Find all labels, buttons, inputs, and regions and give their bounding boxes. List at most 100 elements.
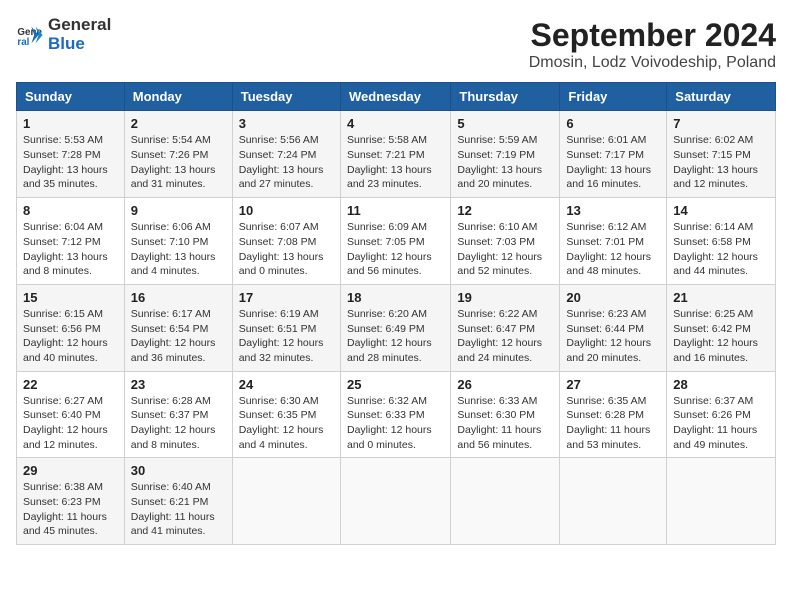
calendar-body: 1 Sunrise: 5:53 AMSunset: 7:28 PMDayligh… xyxy=(17,111,776,545)
day-number: 3 xyxy=(239,116,334,131)
day-info: Sunrise: 6:12 AMSunset: 7:01 PMDaylight:… xyxy=(566,220,660,279)
day-number: 26 xyxy=(457,377,553,392)
calendar-cell: 23 Sunrise: 6:28 AMSunset: 6:37 PMDaylig… xyxy=(124,371,232,458)
calendar-table: SundayMondayTuesdayWednesdayThursdayFrid… xyxy=(16,82,776,545)
calendar-cell xyxy=(667,458,776,545)
calendar-cell: 4 Sunrise: 5:58 AMSunset: 7:21 PMDayligh… xyxy=(340,111,450,198)
calendar-cell: 8 Sunrise: 6:04 AMSunset: 7:12 PMDayligh… xyxy=(17,198,125,285)
calendar-cell: 27 Sunrise: 6:35 AMSunset: 6:28 PMDaylig… xyxy=(560,371,667,458)
calendar-title-section: September 2024 Dmosin, Lodz Voivodeship,… xyxy=(529,16,776,72)
calendar-cell: 26 Sunrise: 6:33 AMSunset: 6:30 PMDaylig… xyxy=(451,371,560,458)
day-info: Sunrise: 6:27 AMSunset: 6:40 PMDaylight:… xyxy=(23,394,118,453)
day-number: 29 xyxy=(23,463,118,478)
day-number: 24 xyxy=(239,377,334,392)
day-info: Sunrise: 6:20 AMSunset: 6:49 PMDaylight:… xyxy=(347,307,444,366)
calendar-cell: 11 Sunrise: 6:09 AMSunset: 7:05 PMDaylig… xyxy=(340,198,450,285)
calendar-week-1: 1 Sunrise: 5:53 AMSunset: 7:28 PMDayligh… xyxy=(17,111,776,198)
day-info: Sunrise: 6:37 AMSunset: 6:26 PMDaylight:… xyxy=(673,394,769,453)
logo-text-line2: Blue xyxy=(48,35,111,54)
day-number: 10 xyxy=(239,203,334,218)
day-info: Sunrise: 6:22 AMSunset: 6:47 PMDaylight:… xyxy=(457,307,553,366)
day-info: Sunrise: 6:33 AMSunset: 6:30 PMDaylight:… xyxy=(457,394,553,453)
weekday-header-sunday: Sunday xyxy=(17,83,125,111)
calendar-cell: 28 Sunrise: 6:37 AMSunset: 6:26 PMDaylig… xyxy=(667,371,776,458)
day-info: Sunrise: 6:25 AMSunset: 6:42 PMDaylight:… xyxy=(673,307,769,366)
calendar-week-2: 8 Sunrise: 6:04 AMSunset: 7:12 PMDayligh… xyxy=(17,198,776,285)
calendar-cell: 20 Sunrise: 6:23 AMSunset: 6:44 PMDaylig… xyxy=(560,284,667,371)
day-info: Sunrise: 6:23 AMSunset: 6:44 PMDaylight:… xyxy=(566,307,660,366)
day-number: 11 xyxy=(347,203,444,218)
calendar-cell: 2 Sunrise: 5:54 AMSunset: 7:26 PMDayligh… xyxy=(124,111,232,198)
day-number: 8 xyxy=(23,203,118,218)
calendar-cell: 25 Sunrise: 6:32 AMSunset: 6:33 PMDaylig… xyxy=(340,371,450,458)
logo-icon: Gene ral xyxy=(16,21,44,49)
day-number: 12 xyxy=(457,203,553,218)
day-number: 6 xyxy=(566,116,660,131)
day-info: Sunrise: 5:54 AMSunset: 7:26 PMDaylight:… xyxy=(131,133,226,192)
weekday-header-thursday: Thursday xyxy=(451,83,560,111)
weekday-header-row: SundayMondayTuesdayWednesdayThursdayFrid… xyxy=(17,83,776,111)
weekday-header-monday: Monday xyxy=(124,83,232,111)
calendar-cell xyxy=(340,458,450,545)
calendar-cell: 17 Sunrise: 6:19 AMSunset: 6:51 PMDaylig… xyxy=(232,284,340,371)
day-info: Sunrise: 6:19 AMSunset: 6:51 PMDaylight:… xyxy=(239,307,334,366)
day-number: 16 xyxy=(131,290,226,305)
calendar-cell: 22 Sunrise: 6:27 AMSunset: 6:40 PMDaylig… xyxy=(17,371,125,458)
calendar-cell: 24 Sunrise: 6:30 AMSunset: 6:35 PMDaylig… xyxy=(232,371,340,458)
calendar-cell: 5 Sunrise: 5:59 AMSunset: 7:19 PMDayligh… xyxy=(451,111,560,198)
day-info: Sunrise: 6:15 AMSunset: 6:56 PMDaylight:… xyxy=(23,307,118,366)
day-info: Sunrise: 6:02 AMSunset: 7:15 PMDaylight:… xyxy=(673,133,769,192)
day-number: 1 xyxy=(23,116,118,131)
calendar-cell: 10 Sunrise: 6:07 AMSunset: 7:08 PMDaylig… xyxy=(232,198,340,285)
day-info: Sunrise: 6:09 AMSunset: 7:05 PMDaylight:… xyxy=(347,220,444,279)
day-number: 23 xyxy=(131,377,226,392)
calendar-week-3: 15 Sunrise: 6:15 AMSunset: 6:56 PMDaylig… xyxy=(17,284,776,371)
day-info: Sunrise: 5:53 AMSunset: 7:28 PMDaylight:… xyxy=(23,133,118,192)
weekday-header-friday: Friday xyxy=(560,83,667,111)
page-header: Gene ral General Blue September 2024 Dmo… xyxy=(16,16,776,72)
calendar-cell: 16 Sunrise: 6:17 AMSunset: 6:54 PMDaylig… xyxy=(124,284,232,371)
logo: Gene ral General Blue xyxy=(16,16,111,53)
day-number: 25 xyxy=(347,377,444,392)
day-info: Sunrise: 6:17 AMSunset: 6:54 PMDaylight:… xyxy=(131,307,226,366)
calendar-title: September 2024 xyxy=(529,16,776,54)
day-info: Sunrise: 6:06 AMSunset: 7:10 PMDaylight:… xyxy=(131,220,226,279)
day-number: 13 xyxy=(566,203,660,218)
day-info: Sunrise: 5:58 AMSunset: 7:21 PMDaylight:… xyxy=(347,133,444,192)
day-number: 17 xyxy=(239,290,334,305)
day-info: Sunrise: 6:38 AMSunset: 6:23 PMDaylight:… xyxy=(23,480,118,539)
calendar-cell: 3 Sunrise: 5:56 AMSunset: 7:24 PMDayligh… xyxy=(232,111,340,198)
day-number: 18 xyxy=(347,290,444,305)
day-info: Sunrise: 6:01 AMSunset: 7:17 PMDaylight:… xyxy=(566,133,660,192)
calendar-week-4: 22 Sunrise: 6:27 AMSunset: 6:40 PMDaylig… xyxy=(17,371,776,458)
calendar-cell: 9 Sunrise: 6:06 AMSunset: 7:10 PMDayligh… xyxy=(124,198,232,285)
day-info: Sunrise: 5:56 AMSunset: 7:24 PMDaylight:… xyxy=(239,133,334,192)
calendar-header: SundayMondayTuesdayWednesdayThursdayFrid… xyxy=(17,83,776,111)
day-number: 27 xyxy=(566,377,660,392)
weekday-header-wednesday: Wednesday xyxy=(340,83,450,111)
calendar-cell: 6 Sunrise: 6:01 AMSunset: 7:17 PMDayligh… xyxy=(560,111,667,198)
day-info: Sunrise: 6:32 AMSunset: 6:33 PMDaylight:… xyxy=(347,394,444,453)
day-number: 9 xyxy=(131,203,226,218)
weekday-header-saturday: Saturday xyxy=(667,83,776,111)
day-info: Sunrise: 6:07 AMSunset: 7:08 PMDaylight:… xyxy=(239,220,334,279)
calendar-cell: 19 Sunrise: 6:22 AMSunset: 6:47 PMDaylig… xyxy=(451,284,560,371)
day-number: 21 xyxy=(673,290,769,305)
calendar-subtitle: Dmosin, Lodz Voivodeship, Poland xyxy=(529,54,776,72)
weekday-header-tuesday: Tuesday xyxy=(232,83,340,111)
logo-text-line1: General xyxy=(48,16,111,35)
calendar-cell: 30 Sunrise: 6:40 AMSunset: 6:21 PMDaylig… xyxy=(124,458,232,545)
day-number: 15 xyxy=(23,290,118,305)
calendar-cell: 29 Sunrise: 6:38 AMSunset: 6:23 PMDaylig… xyxy=(17,458,125,545)
day-info: Sunrise: 6:10 AMSunset: 7:03 PMDaylight:… xyxy=(457,220,553,279)
calendar-cell: 1 Sunrise: 5:53 AMSunset: 7:28 PMDayligh… xyxy=(17,111,125,198)
day-info: Sunrise: 5:59 AMSunset: 7:19 PMDaylight:… xyxy=(457,133,553,192)
calendar-cell: 14 Sunrise: 6:14 AMSunset: 6:58 PMDaylig… xyxy=(667,198,776,285)
day-number: 19 xyxy=(457,290,553,305)
day-number: 28 xyxy=(673,377,769,392)
day-number: 20 xyxy=(566,290,660,305)
day-info: Sunrise: 6:30 AMSunset: 6:35 PMDaylight:… xyxy=(239,394,334,453)
calendar-cell: 18 Sunrise: 6:20 AMSunset: 6:49 PMDaylig… xyxy=(340,284,450,371)
calendar-week-5: 29 Sunrise: 6:38 AMSunset: 6:23 PMDaylig… xyxy=(17,458,776,545)
calendar-cell xyxy=(451,458,560,545)
